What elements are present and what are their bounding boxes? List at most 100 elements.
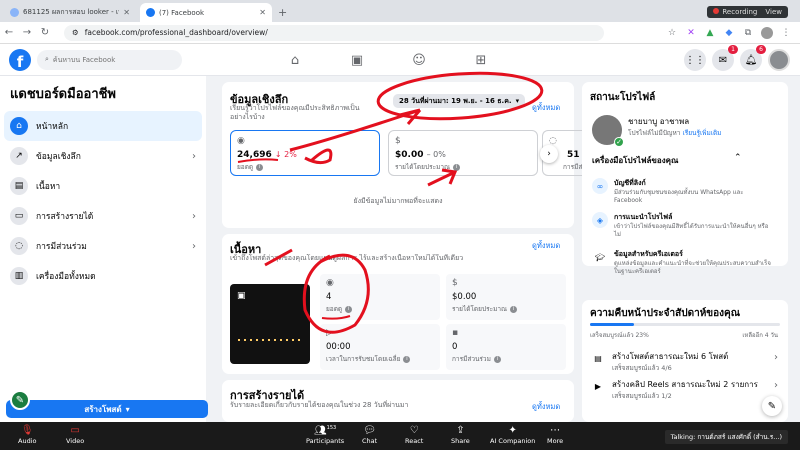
view-button[interactable]: View (765, 8, 782, 16)
info-icon[interactable]: i (345, 305, 353, 313)
back-icon[interactable]: ← (0, 27, 18, 38)
monetization-see-all-link[interactable]: ดูทั้งหมด (532, 401, 560, 413)
content-views-value: 4 (326, 292, 332, 302)
zoom-toolbar: 🎙︎ Audio ▭ Video 👥︎153 Participants 💬︎ Chat … (0, 422, 800, 450)
chat-button[interactable]: 💬︎ Chat (362, 425, 377, 445)
video-label: Video (66, 437, 85, 445)
profile-avatar[interactable]: ✓ (592, 115, 624, 147)
info-icon[interactable]: i (403, 355, 411, 363)
site-info-icon[interactable]: ⚙ (72, 28, 79, 37)
tab-title: 681125 ผลการสอบ looker - เทค (23, 8, 120, 16)
learn-more-link[interactable]: เรียนรู้เพิ่มเติม (682, 129, 721, 137)
sidebar-item-tools[interactable]: ▥ เครื่องมือทั้งหมด (0, 261, 206, 291)
task-status: เสร็จสมบูรณ์แล้ว 1/2 (612, 392, 672, 400)
tools-title: เครื่องมือโปรไฟล์ของคุณ (592, 156, 679, 165)
chat-icon: ◌ (10, 237, 28, 255)
info-icon[interactable]: i (510, 305, 518, 313)
sidebar-item-label: เครื่องมือทั้งหมด (36, 272, 96, 282)
earnings-metric-card[interactable]: $ $0.00 – 0% รายได้โดยประมาณ i (388, 130, 538, 176)
sidebar-item-label: เนื้อหา (36, 182, 61, 192)
extension-icon[interactable]: ◆ (723, 27, 735, 39)
content-earnings: $ $0.00 รายได้โดยประมาณ i (446, 274, 566, 320)
views-change: ↓ 2% (274, 150, 297, 159)
video-button[interactable]: ▭ Video (66, 425, 84, 445)
react-button[interactable]: ♡ React (405, 425, 423, 445)
participants-button[interactable]: 👥︎153 Participants (306, 425, 344, 445)
gaming-icon[interactable]: ⊞ (471, 53, 491, 68)
mic-muted-icon: 🎙︎ (20, 425, 34, 436)
people-icon: 👥︎ (313, 425, 327, 437)
post-thumbnail[interactable]: ▣ (230, 284, 310, 364)
url-field[interactable]: ⚙ facebook.com/professional_dashboard/ov… (64, 24, 604, 41)
toolbox-icon: ▥ (10, 267, 28, 285)
bookmark-star-icon[interactable]: ☆ (666, 27, 678, 39)
content-views-label: ยอดดู (326, 305, 343, 313)
new-tab-icon[interactable]: + (278, 6, 287, 19)
header-actions: ⋮⋮ ✉ 1 🔔︎ 6 (684, 45, 790, 71)
chevron-right-icon[interactable]: › (540, 145, 558, 163)
more-button[interactable]: ⋯ More (547, 425, 563, 445)
money-icon: ▭ (10, 207, 28, 225)
chevron-right-icon: › (192, 240, 196, 252)
task-posts[interactable]: ▤ สร้างโพสต์สาธารณะใหม่ 6 โพสต์ เสร็จสมบู… (590, 350, 780, 373)
video-icon[interactable]: ▣ (347, 53, 367, 68)
audio-button[interactable]: 🎙︎ Audio (18, 425, 36, 445)
close-icon[interactable]: ✕ (123, 8, 130, 17)
tab-title: (7) Facebook (159, 8, 205, 17)
close-icon[interactable]: ✕ (259, 8, 266, 17)
reload-icon[interactable]: ↻ (36, 27, 54, 38)
tool-recommendations[interactable]: ◈ การแนะนำโปรไฟล์ เข้าว่าโปรไฟล์ของคุณมีส… (592, 212, 772, 238)
views-metric-card[interactable]: ◉ 24,696 ↓ 2% ยอดดู i (230, 130, 380, 176)
talking-indicator: Talking: กานต์ภสร์ แสงศักดิ์ (สำน.ร...) (664, 430, 788, 444)
groups-icon[interactable]: ☺ (409, 53, 429, 68)
chevron-right-icon[interactable]: › (774, 352, 778, 363)
extensions-area: ☆ ✕ ▲ ◆ ⧉ ⋮ (666, 26, 792, 39)
info-icon[interactable]: i (453, 163, 461, 171)
chevron-up-icon[interactable]: ⌃ (734, 153, 742, 163)
edit-icon[interactable]: ✎ (762, 396, 782, 416)
task-reels[interactable]: ▶ สร้างคลิป Reels สาธารณะใหม่ 2 รายการ เส… (590, 378, 780, 401)
react-label: React (405, 437, 424, 445)
menu-grid-icon[interactable]: ⋮⋮ (684, 49, 706, 71)
share-button[interactable]: ⇪ Share (451, 425, 470, 445)
facebook-logo-icon[interactable]: f (9, 48, 31, 71)
play-icon: ▷ (326, 328, 333, 338)
forward-icon[interactable]: → (18, 27, 36, 38)
chevron-right-icon[interactable]: › (774, 380, 778, 391)
sidebar-item-label: หน้าหลัก (36, 122, 69, 132)
profile-icon[interactable] (761, 26, 773, 39)
messenger-icon[interactable]: ✉ 1 (712, 45, 738, 71)
search-box[interactable]: ⌕ (37, 49, 182, 70)
menu-dots-icon[interactable]: ⋮ (780, 27, 792, 39)
browser-tab-looker[interactable]: 681125 ผลการสอบ looker - เทค ✕ (4, 3, 136, 22)
create-post-button[interactable]: สร้างโพสต์ ▾ (6, 400, 208, 418)
sidebar-item-home[interactable]: ⌂ หน้าหลัก (4, 111, 202, 141)
content-watch-time: ▷ 00:00 เวลาในการรับชมโดยเฉลี่ย i (320, 324, 440, 370)
sidebar-item-engagement[interactable]: ◌ การมีส่วนร่วม › (0, 231, 206, 261)
insights-see-all-link[interactable]: ดูทั้งหมด (532, 102, 560, 114)
date-range-dropdown[interactable]: 28 วันที่ผ่านมา: 19 พ.ย. - 16 ธ.ค. ▾ (393, 94, 526, 108)
pen-icon[interactable]: ✎ (10, 390, 30, 410)
tool-creator-resources[interactable]: 🎓︎ ข้อมูลสำหรับครีเอเตอร์ ดูแหล่งข้อมูลแล… (592, 249, 772, 275)
bell-icon[interactable]: 🔔︎ 6 (740, 45, 766, 71)
sidebar-item-insights[interactable]: ↗ ข้อมูลเชิงลึก › (0, 141, 206, 171)
account-avatar[interactable] (768, 49, 790, 71)
search-input[interactable] (52, 55, 163, 64)
ai-companion-button[interactable]: ✦ AI Companion (490, 425, 535, 445)
home-icon[interactable]: ⌂ (285, 53, 305, 68)
puzzle-icon[interactable]: ⧉ (742, 27, 754, 39)
tool-linked-accounts[interactable]: ∞ บัญชีที่ลิงก์ มีส่วนร่วมกับชุมชนของคุณท… (592, 178, 772, 204)
sidebar-item-monetization[interactable]: ▭ การสร้างรายได้ › (0, 201, 206, 231)
content-see-all-link[interactable]: ดูทั้งหมด (532, 240, 560, 252)
facebook-favicon-icon (146, 8, 155, 17)
tool-title: ข้อมูลสำหรับครีเอเตอร์ (614, 250, 683, 258)
info-icon[interactable]: i (493, 355, 501, 363)
info-icon[interactable]: i (256, 163, 264, 171)
extension-icon[interactable]: ▲ (704, 27, 716, 39)
recording-indicator: Recording View (707, 6, 788, 18)
tool-desc: เข้าว่าโปรไฟล์ของคุณมีสิทธิ์ได้รับการแนะ… (614, 223, 769, 238)
extension-icon[interactable]: ✕ (685, 27, 697, 39)
browser-tab-facebook[interactable]: (7) Facebook ✕ (140, 3, 272, 22)
profile-status-card: สถานะโปรไฟล์ เครื่องมือโปรไฟล์ของคุณ ⌃ (582, 82, 788, 266)
sidebar-item-content[interactable]: ▤ เนื้อหา (0, 171, 206, 201)
